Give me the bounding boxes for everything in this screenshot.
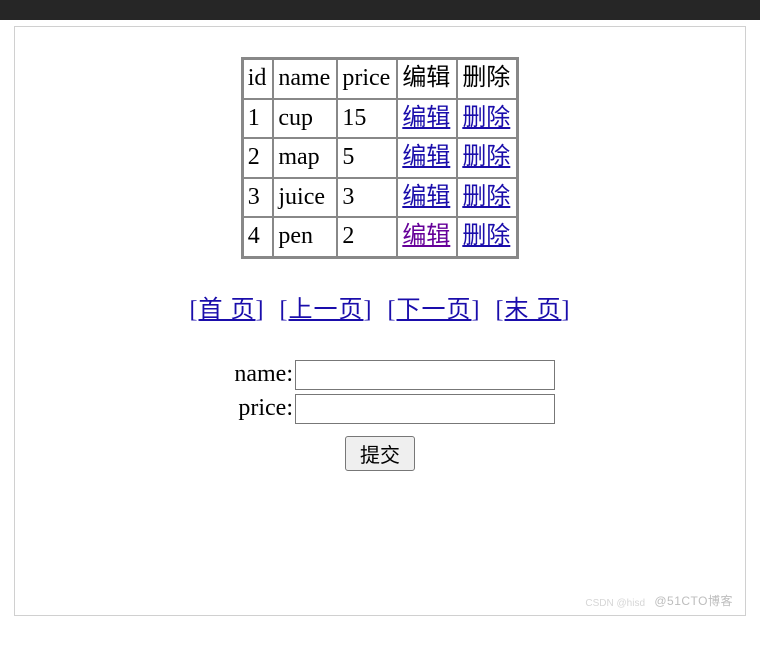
cell-price: 2	[337, 217, 397, 257]
submit-button[interactable]: 提交	[345, 436, 415, 471]
delete-link[interactable]: 删除	[462, 184, 510, 210]
watermark-csdn: CSDN @hisd	[585, 598, 645, 609]
edit-link[interactable]: 编辑	[402, 223, 450, 249]
price-label: price:	[205, 395, 295, 422]
cell-name: map	[273, 138, 337, 178]
table-row: 1 cup 15 编辑 删除	[243, 99, 518, 139]
delete-link[interactable]: 删除	[462, 144, 510, 170]
window-titlebar	[0, 0, 760, 20]
cell-price: 3	[337, 178, 397, 218]
col-edit: 编辑	[397, 59, 457, 99]
edit-link[interactable]: 编辑	[402, 144, 450, 170]
col-name: name	[273, 59, 337, 99]
items-table: id name price 编辑 删除 1 cup 15 编辑 删除 2 map…	[241, 57, 520, 259]
delete-link[interactable]: 删除	[462, 223, 510, 249]
pager-last[interactable]: 末 页	[505, 297, 562, 323]
col-delete: 删除	[457, 59, 517, 99]
table-header-row: id name price 编辑 删除	[243, 59, 518, 99]
pager-prev[interactable]: 上一页	[289, 297, 364, 323]
pager-next[interactable]: 下一页	[397, 297, 472, 323]
price-input[interactable]	[295, 394, 555, 424]
cell-id: 3	[243, 178, 274, 218]
pager-first[interactable]: 首 页	[199, 297, 256, 323]
add-form: name: price: 提交	[205, 356, 555, 471]
cell-price: 15	[337, 99, 397, 139]
cell-price: 5	[337, 138, 397, 178]
pagination: [首 页] [上一页] [下一页] [末 页]	[27, 289, 733, 324]
col-id: id	[243, 59, 274, 99]
table-row: 4 pen 2 编辑 删除	[243, 217, 518, 257]
watermark-51cto: @51CTO博客	[654, 592, 733, 609]
cell-name: pen	[273, 217, 337, 257]
page-container: id name price 编辑 删除 1 cup 15 编辑 删除 2 map…	[14, 26, 746, 616]
delete-link[interactable]: 删除	[462, 105, 510, 131]
cell-id: 2	[243, 138, 274, 178]
cell-name: juice	[273, 178, 337, 218]
cell-id: 4	[243, 217, 274, 257]
col-price: price	[337, 59, 397, 99]
edit-link[interactable]: 编辑	[402, 184, 450, 210]
table-row: 3 juice 3 编辑 删除	[243, 178, 518, 218]
name-label: name:	[205, 361, 295, 388]
table-row: 2 map 5 编辑 删除	[243, 138, 518, 178]
name-input[interactable]	[295, 360, 555, 390]
edit-link[interactable]: 编辑	[402, 105, 450, 131]
cell-id: 1	[243, 99, 274, 139]
cell-name: cup	[273, 99, 337, 139]
